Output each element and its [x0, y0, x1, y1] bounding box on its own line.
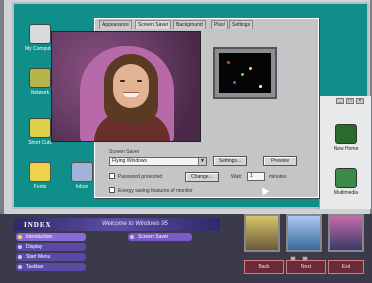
- wait-label: Wait:: [231, 174, 243, 180]
- presenter-mouth: [123, 92, 139, 97]
- thumbnail-2[interactable]: [286, 214, 322, 252]
- desktop-icon-fonts[interactable]: Fonts: [22, 162, 58, 190]
- inbox-icon: [71, 162, 93, 182]
- flying-window-icon: [249, 67, 252, 70]
- screen-saver-label: Screen Saver: [109, 149, 140, 155]
- index-subtitle: Welcome to Windows 95: [102, 221, 168, 227]
- change-button[interactable]: Change...: [185, 172, 219, 182]
- password-protected-label: Password protected: [118, 174, 163, 180]
- shortcut-icon: [29, 118, 51, 138]
- next-button[interactable]: Next: [286, 260, 326, 274]
- home-icon: [335, 124, 357, 144]
- chevron-down-icon: ▼: [198, 158, 206, 165]
- video-presenter: [51, 31, 201, 142]
- monitor-frame: My Computer Network Short Cuts Fonts Inb…: [4, 0, 371, 214]
- tab-plus[interactable]: Plus!: [211, 20, 229, 29]
- energy-saving-label: Energy saving features of monitor: [118, 188, 193, 194]
- password-checkbox[interactable]: [109, 173, 115, 179]
- bullet-icon: [18, 245, 22, 249]
- flying-window-icon: [241, 73, 244, 76]
- maximize-button[interactable]: □: [346, 98, 354, 104]
- index-header: INDEX Welcome to Windows 95: [14, 218, 220, 231]
- desktop-icon-label: Multimedia: [333, 190, 359, 196]
- flying-window-icon: [227, 61, 230, 64]
- index-item-taskbar[interactable]: Taskbar: [16, 263, 86, 271]
- multimedia-icon: [335, 168, 357, 188]
- exit-button[interactable]: Exit: [328, 260, 364, 274]
- close-button[interactable]: ×: [356, 98, 364, 104]
- index-item-label: Taskbar: [26, 264, 44, 270]
- monitor-preview: [213, 47, 277, 99]
- screen-saver-value: Flying Windows: [112, 158, 148, 164]
- thumbnail-3[interactable]: [328, 214, 364, 252]
- presenter-eye: [120, 80, 125, 82]
- index-item-label: Display: [26, 244, 43, 250]
- presenter-face: [113, 64, 149, 108]
- background-window: _ □ × New Home Multimedia: [319, 96, 371, 209]
- minutes-label: minutes: [269, 174, 287, 180]
- desktop-icon-label: New Home: [333, 146, 359, 152]
- wait-stepper[interactable]: 1: [247, 172, 265, 181]
- flying-window-icon: [233, 81, 236, 84]
- tab-appearance[interactable]: Appearance: [99, 20, 132, 29]
- desktop-icon-new-home[interactable]: New Home: [328, 124, 364, 152]
- computer-icon: [29, 24, 51, 44]
- preview-button[interactable]: Preview: [263, 156, 297, 166]
- tab-screen-saver[interactable]: Screen Saver: [135, 20, 172, 29]
- folder-icon: [29, 162, 51, 182]
- preview-screen: [219, 53, 271, 93]
- back-button[interactable]: Back: [244, 260, 284, 274]
- screen-saver-select[interactable]: Flying Windows ▼: [109, 157, 207, 166]
- index-item-label: Start Menu: [26, 254, 51, 260]
- flying-window-icon: [259, 85, 262, 88]
- presenter-eye: [137, 80, 142, 82]
- bullet-icon: [18, 265, 22, 269]
- index-panel: INDEX Welcome to Windows 95 Introduction…: [0, 214, 372, 283]
- index-title: INDEX: [24, 221, 52, 229]
- bullet-icon: [18, 235, 22, 239]
- network-icon: [29, 68, 51, 88]
- wait-value: 1: [250, 173, 253, 179]
- settings-button[interactable]: Settings...: [213, 156, 247, 166]
- tab-settings[interactable]: Settings: [229, 20, 254, 29]
- index-item-screen-saver[interactable]: Screen Saver: [128, 233, 192, 241]
- index-item-label: Screen Saver: [138, 234, 169, 240]
- desktop-icon-label: Fonts: [33, 184, 47, 190]
- bullet-icon: [130, 235, 134, 239]
- thumbnail-1[interactable]: [244, 214, 280, 252]
- index-item-label: Introduction: [26, 234, 53, 240]
- tab-background[interactable]: Background: [173, 20, 206, 29]
- energy-checkbox[interactable]: [109, 187, 115, 193]
- index-item-start-menu[interactable]: Start Menu: [16, 253, 86, 261]
- desktop-icon-multimedia[interactable]: Multimedia: [328, 168, 364, 196]
- index-item-display[interactable]: Display: [16, 243, 86, 251]
- mouse-cursor-icon: [258, 185, 270, 196]
- desktop: My Computer Network Short Cuts Fonts Inb…: [12, 2, 371, 209]
- minimize-button[interactable]: _: [336, 98, 344, 104]
- bullet-icon: [18, 255, 22, 259]
- index-item-introduction[interactable]: Introduction: [16, 233, 86, 241]
- screenshot-stage: My Computer Network Short Cuts Fonts Inb…: [0, 0, 372, 283]
